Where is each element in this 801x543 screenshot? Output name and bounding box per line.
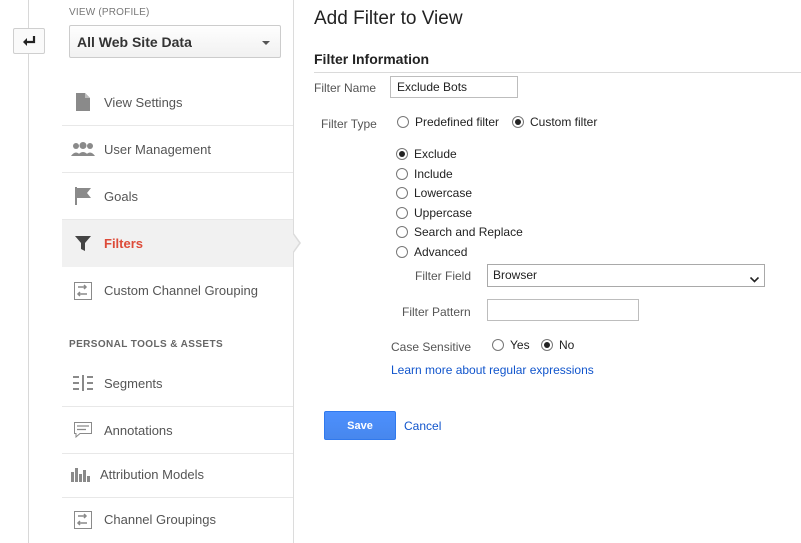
sidebar-item-channel-groupings[interactable]: Channel Groupings [62,496,293,543]
view-selector[interactable]: All Web Site Data [69,25,281,58]
radio-label: Uppercase [414,206,473,220]
sidebar-item-label: Segments [104,375,163,391]
sidebar-item-label: Annotations [104,422,173,438]
back-arrow-icon [23,35,36,46]
radio-button[interactable] [396,168,408,180]
sidebar-item-custom-channel-grouping[interactable]: Custom Channel Grouping [62,267,293,314]
radio-predefined-filter[interactable]: Predefined filter [397,115,499,129]
sidebar-item-goals[interactable]: Goals [62,173,293,220]
radio-uppercase[interactable]: Uppercase [396,206,472,220]
document-icon [62,93,104,111]
main-content: Add Filter to View Filter Information Fi… [314,0,801,543]
sidebar-item-label: Custom Channel Grouping [104,283,258,298]
section-heading: PERSONAL TOOLS & ASSETS [69,339,224,350]
radio-button[interactable] [396,148,408,160]
radio-button[interactable] [397,116,409,128]
radio-custom-filter[interactable]: Custom filter [512,115,597,129]
radio-button[interactable] [396,246,408,258]
save-button[interactable]: Save [324,411,396,440]
view-selected-value: All Web Site Data [77,34,192,50]
regex-help-link[interactable]: Learn more about regular expressions [391,363,594,377]
radio-case-no[interactable]: No [541,338,574,352]
sidebar-item-label: Goals [104,188,138,204]
filter-name-label: Filter Name [314,81,377,95]
divider [314,72,801,73]
radio-button[interactable] [541,339,553,351]
sidebar-item-label: User Management [104,141,211,157]
filter-field-label: Filter Field [415,269,472,283]
radio-lowercase[interactable]: Lowercase [396,186,472,200]
sidebar-item-attribution-models[interactable]: Attribution Models [62,451,293,498]
radio-label: Exclude [414,147,457,161]
flag-icon [62,187,104,205]
radio-label: Custom filter [530,115,598,129]
radio-button[interactable] [396,187,408,199]
radio-button[interactable] [396,226,408,238]
radio-exclude[interactable]: Exclude [396,147,457,161]
sidebar-item-filters[interactable]: Filters [62,220,293,267]
funnel-icon [62,235,104,252]
radio-case-yes[interactable]: Yes [492,338,530,352]
back-button[interactable] [13,28,45,54]
filter-pattern-label: Filter Pattern [402,305,471,319]
sidebar-item-label: View Settings [104,94,183,110]
radio-label: Advanced [414,245,468,259]
active-pointer-fill [292,233,299,253]
sidebar-item-user-management[interactable]: User Management [62,126,293,173]
segments-icon [62,375,104,391]
case-sensitive-label: Case Sensitive [391,340,472,354]
radio-button[interactable] [512,116,524,128]
radio-button[interactable] [492,339,504,351]
radio-label: Predefined filter [415,115,500,129]
radio-button[interactable] [396,207,408,219]
filter-field-select[interactable]: Browser [487,264,765,287]
radio-advanced[interactable]: Advanced [396,245,467,259]
sidebar-item-label: Filters [104,236,144,251]
channel-grouping-icon [62,510,104,529]
bar-chart-icon [62,466,100,482]
cancel-button[interactable]: Cancel [404,419,441,433]
filter-name-input[interactable]: Exclude Bots [390,76,518,98]
radio-search-and-replace[interactable]: Search and Replace [396,225,523,239]
users-icon [62,142,104,156]
radio-label: Search and Replace [414,225,523,239]
filter-pattern-input[interactable] [487,299,639,321]
sidebar: VIEW (PROFILE) All Web Site Data View Se… [62,0,294,543]
annotation-icon [62,422,104,438]
sidebar-item-segments[interactable]: Segments [62,360,293,407]
section-title: Filter Information [314,51,430,67]
chevron-down-icon [749,272,760,286]
view-label: VIEW (PROFILE) [69,7,150,18]
radio-label: Lowercase [414,186,473,200]
sidebar-item-label: Channel Groupings [104,512,217,527]
radio-include[interactable]: Include [396,167,453,181]
filter-type-label: Filter Type [321,117,377,131]
left-rail-line [28,0,29,543]
sidebar-item-label: Attribution Models [100,466,205,482]
page-title: Add Filter to View [314,8,463,29]
radio-label: No [559,338,575,352]
radio-label: Yes [510,338,530,352]
sidebar-item-annotations[interactable]: Annotations [62,407,293,454]
sidebar-item-view-settings[interactable]: View Settings [62,79,293,126]
chevron-down-icon [262,41,270,45]
radio-label: Include [414,167,453,181]
channel-grouping-icon [62,281,104,300]
filter-field-value: Browser [493,268,538,282]
